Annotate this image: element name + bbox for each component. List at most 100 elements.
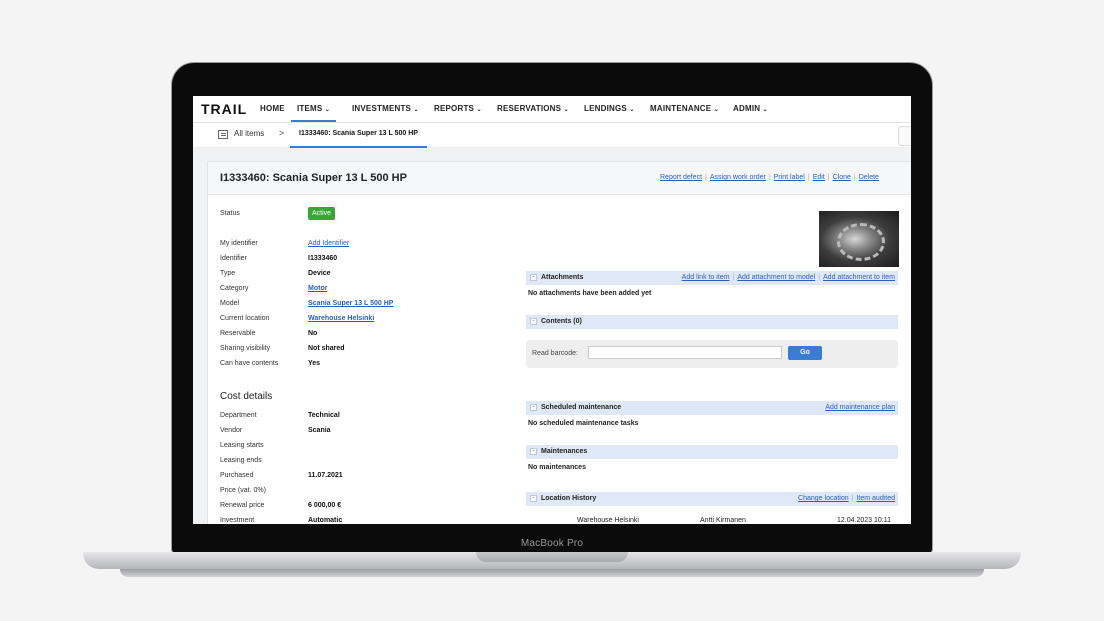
cost-label: Purchased xyxy=(220,472,254,479)
cost-value: 11.07.2021 xyxy=(308,472,343,479)
model-link[interactable]: Scania Super 13 L 500 HP xyxy=(308,300,393,307)
collapse-icon[interactable]: - xyxy=(530,404,537,411)
field-label: Reservable xyxy=(220,330,256,337)
device-brand-label: MacBook Pro xyxy=(520,538,584,549)
item-panel: I1333460: Scania Super 13 L 500 HP Repor… xyxy=(207,161,911,524)
cost-label: Price (vat. 0%) xyxy=(220,487,266,494)
page-title: I1333460: Scania Super 13 L 500 HP xyxy=(220,172,407,184)
history-time: 12.04.2023 10:11 xyxy=(837,517,891,524)
add-maintenance-plan-link[interactable]: Add maintenance plan xyxy=(825,404,895,411)
cost-label: Department xyxy=(220,412,257,419)
nav-admin[interactable]: ADMIN ⌄ xyxy=(733,96,768,122)
breadcrumb-separator: > xyxy=(279,128,285,138)
laptop-base-shadow xyxy=(120,569,984,577)
maintenances-empty-text: No maintenances xyxy=(528,464,586,471)
cost-value: Scania xyxy=(308,427,331,434)
item-actions: Report defect | Assign work order | Print la… xyxy=(660,174,879,181)
scheduled-maintenance-section-header: - Scheduled maintenance Add maintenance … xyxy=(526,401,898,415)
laptop-notch xyxy=(476,552,628,562)
nav-reports[interactable]: REPORTS ⌄ xyxy=(434,96,482,122)
chevron-down-icon: ⌄ xyxy=(563,107,569,113)
add-identifier-link[interactable]: Add Identifier xyxy=(308,240,349,247)
nav-investments[interactable]: INVESTMENTS ⌄ xyxy=(352,96,419,122)
cost-label: Investment xyxy=(220,517,255,524)
chevron-down-icon: ⌄ xyxy=(629,107,635,113)
collapse-icon[interactable]: - xyxy=(530,448,537,455)
field-value: Device xyxy=(308,270,331,277)
location-history-section-header: - Location History Change location | Item … xyxy=(526,492,898,506)
attachments-title: Attachments xyxy=(541,274,584,281)
status-badge: Active xyxy=(308,207,336,220)
field-label: Category xyxy=(220,285,249,292)
app-screen: TRAIL HOME ITEMS ⌄ INVESTMENTS ⌄ REPORTS… xyxy=(193,96,911,524)
nav-reservations[interactable]: RESERVATIONS ⌄ xyxy=(497,96,569,122)
item-image[interactable] xyxy=(819,211,899,267)
cost-label: Leasing starts xyxy=(220,442,264,449)
nav-maintenance[interactable]: MAINTENANCE ⌄ xyxy=(650,96,719,122)
barcode-form: Read barcode: Go xyxy=(526,340,898,368)
field-label: Type xyxy=(220,270,236,277)
chevron-down-icon: ⌄ xyxy=(762,107,768,113)
barcode-label: Read barcode: xyxy=(532,350,578,357)
history-location: Warehouse Helsinki xyxy=(577,517,639,524)
maintenances-title: Maintenances xyxy=(541,448,588,455)
search-input[interactable] xyxy=(898,126,911,146)
field-label: Can have contents xyxy=(220,360,279,367)
category-link[interactable]: Motor xyxy=(308,285,327,292)
attachments-empty-text: No attachments have been added yet xyxy=(528,290,652,297)
chevron-down-icon: ⌄ xyxy=(476,107,482,113)
cost-label: Leasing ends xyxy=(220,457,262,464)
go-button[interactable]: Go xyxy=(788,346,822,360)
field-label: Current location xyxy=(220,315,270,322)
breadcrumb: All items > I1333460: Scania Super 13 L … xyxy=(193,123,911,148)
top-navigation: TRAIL HOME ITEMS ⌄ INVESTMENTS ⌄ REPORTS… xyxy=(193,96,911,123)
field-label: Sharing visibility xyxy=(220,345,271,352)
add-attachment-to-item-link[interactable]: Add attachment to item xyxy=(823,274,895,281)
item-audited-link[interactable]: Item audited xyxy=(856,495,895,502)
scheduled-maintenance-empty-text: No scheduled maintenance tasks xyxy=(528,420,639,427)
contents-title: Contents (0) xyxy=(541,318,582,325)
chevron-down-icon: ⌄ xyxy=(324,107,331,113)
field-label: Model xyxy=(220,300,240,307)
report-defect-link[interactable]: Report defect xyxy=(660,174,702,181)
nav-lendings[interactable]: LENDINGS ⌄ xyxy=(584,96,635,122)
add-attachment-to-model-link[interactable]: Add attachment to model xyxy=(737,274,815,281)
collapse-icon[interactable]: - xyxy=(530,274,537,281)
collapse-icon[interactable]: - xyxy=(530,495,537,502)
contents-section-header: - Contents (0) xyxy=(526,315,898,329)
cost-value: Technical xyxy=(308,412,340,419)
item-header: I1333460: Scania Super 13 L 500 HP Repor… xyxy=(208,162,911,195)
cost-details-heading: Cost details xyxy=(220,391,273,402)
cost-label: Renewal price xyxy=(220,502,265,509)
field-label: Identifier xyxy=(220,255,247,262)
app-logo[interactable]: TRAIL xyxy=(201,101,247,117)
cost-value: 6 000,00 € xyxy=(308,502,342,509)
collapse-icon[interactable]: - xyxy=(530,318,537,325)
location-history-title: Location History xyxy=(541,495,597,502)
list-icon xyxy=(218,130,228,139)
field-value: Yes xyxy=(308,360,321,367)
history-user: Antti Kirmanen xyxy=(700,517,746,524)
print-label-link[interactable]: Print label xyxy=(774,174,805,181)
field-value: I1333460 xyxy=(308,255,338,262)
chevron-down-icon: ⌄ xyxy=(713,107,719,113)
maintenances-section-header: - Maintenances xyxy=(526,445,898,459)
nav-items[interactable]: ITEMS ⌄ xyxy=(291,96,337,122)
attachments-section-header: - Attachments Add link to item | Add attac… xyxy=(526,271,898,285)
location-link[interactable]: Warehouse Helsinki xyxy=(308,315,374,322)
nav-home[interactable]: HOME xyxy=(260,96,285,122)
add-link-to-item-link[interactable]: Add link to item xyxy=(682,274,730,281)
breadcrumb-all-items[interactable]: All items xyxy=(234,129,264,138)
breadcrumb-current-item[interactable]: I1333460: Scania Super 13 L 500 HP xyxy=(290,123,427,148)
edit-link[interactable]: Edit xyxy=(813,174,825,181)
assign-work-order-link[interactable]: Assign work order xyxy=(710,174,766,181)
status-label: Status xyxy=(220,210,240,217)
barcode-input[interactable] xyxy=(588,346,782,359)
scheduled-maintenance-title: Scheduled maintenance xyxy=(541,404,622,411)
clone-link[interactable]: Clone xyxy=(833,174,851,181)
change-location-link[interactable]: Change location xyxy=(798,495,849,502)
cost-value: Automatic xyxy=(308,517,343,524)
delete-link[interactable]: Delete xyxy=(859,174,879,181)
chevron-down-icon: ⌄ xyxy=(413,107,419,113)
field-value: Not shared xyxy=(308,345,345,352)
